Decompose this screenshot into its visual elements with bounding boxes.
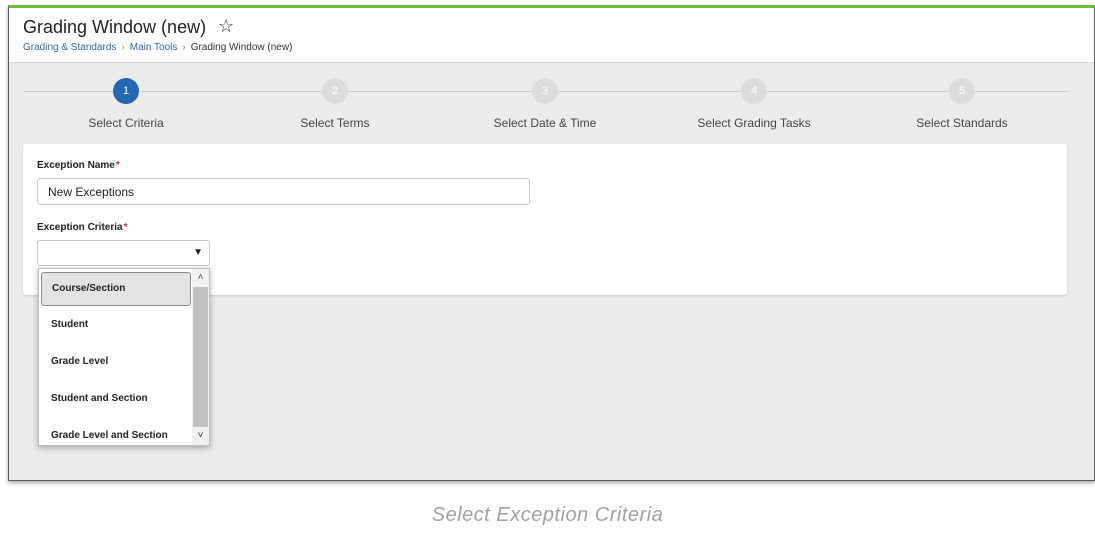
wizard-stepper: 1 Select Criteria 2 Select Terms 3 Selec… (9, 64, 1094, 142)
breadcrumb-current-page: Grading Window (new) (190, 42, 293, 53)
exception-criteria-label-text: Exception Criteria (37, 222, 123, 233)
step-label: Select Date & Time (493, 116, 597, 130)
step-select-terms[interactable]: 2 Select Terms (235, 78, 435, 130)
exception-criteria-listbox: Course/Section Student Grade Level Stude… (38, 268, 210, 446)
option-student-and-section[interactable]: Student and Section (41, 382, 191, 416)
listbox-scrollbar[interactable]: ˄ ˅ (192, 269, 209, 445)
page-header: Grading Window (new) ☆ Grading & Standar… (9, 8, 1094, 63)
required-asterisk: * (123, 222, 128, 233)
app-window: Grading Window (new) ☆ Grading & Standar… (8, 5, 1095, 481)
step-label: Select Standards (916, 116, 1008, 130)
required-asterisk: * (115, 160, 120, 171)
option-grade-level[interactable]: Grade Level (41, 345, 191, 379)
page-title: Grading Window (new) (23, 17, 207, 37)
option-course-section[interactable]: Course/Section (41, 272, 191, 306)
breadcrumb-grading-standards[interactable]: Grading & Standards (23, 42, 116, 53)
step-number-badge: 4 (741, 78, 767, 104)
exception-name-label: Exception Name* (37, 160, 120, 171)
option-grade-level-and-section[interactable]: Grade Level and Section (41, 419, 191, 445)
exception-name-input[interactable]: New Exceptions (37, 178, 530, 205)
step-select-criteria[interactable]: 1 Select Criteria (26, 78, 226, 130)
step-select-standards[interactable]: 5 Select Standards (862, 78, 1062, 130)
step-number-badge: 2 (322, 78, 348, 104)
figure-caption: Select Exception Criteria (431, 504, 664, 526)
scrollbar-thumb[interactable] (193, 287, 208, 427)
step-number-badge: 3 (532, 78, 558, 104)
exception-criteria-label: Exception Criteria* (37, 222, 128, 233)
step-label: Select Terms (300, 116, 370, 130)
breadcrumb: Grading & Standards › Main Tools › Grading W… (23, 42, 292, 53)
scroll-down-arrow-icon[interactable]: ˅ (192, 427, 209, 445)
breadcrumb-main-tools[interactable]: Main Tools (130, 42, 178, 53)
dropdown-arrow-icon: ▼ (193, 247, 203, 258)
scroll-up-arrow-icon[interactable]: ˄ (192, 269, 209, 287)
breadcrumb-separator-icon: › (121, 42, 125, 53)
favorite-star-icon[interactable]: ☆ (218, 16, 234, 37)
step-label: Select Grading Tasks (697, 116, 811, 130)
option-student[interactable]: Student (41, 308, 191, 342)
step-select-date-time[interactable]: 3 Select Date & Time (445, 78, 645, 130)
exception-name-label-text: Exception Name (37, 160, 115, 171)
breadcrumb-separator-icon: › (182, 42, 186, 53)
step-number-badge: 1 (113, 78, 139, 104)
step-label: Select Criteria (88, 116, 164, 130)
step-select-grading-tasks[interactable]: 4 Select Grading Tasks (654, 78, 854, 130)
step-number-badge: 5 (949, 78, 975, 104)
exception-criteria-select[interactable]: ▼ (37, 240, 210, 266)
